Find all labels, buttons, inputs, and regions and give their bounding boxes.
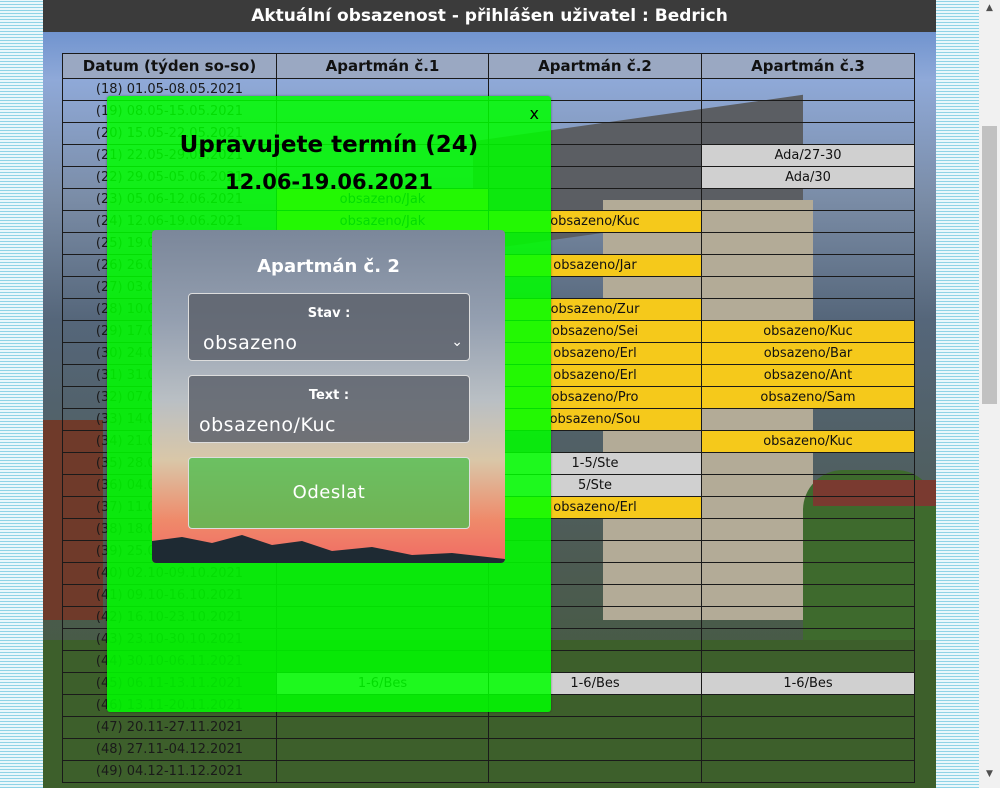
apartment-2-cell[interactable] bbox=[488, 738, 702, 761]
table-row: (49) 04.12-11.12.2021 bbox=[62, 760, 915, 783]
scrollbar-thumb[interactable] bbox=[982, 126, 997, 404]
apartment-3-cell[interactable] bbox=[701, 760, 915, 783]
apartment-2-cell[interactable] bbox=[488, 760, 702, 783]
apartment-3-cell[interactable] bbox=[701, 188, 915, 211]
apartment-3-cell[interactable] bbox=[701, 298, 915, 321]
apartment-3-cell[interactable] bbox=[701, 122, 915, 145]
apartment-3-cell[interactable]: Ada/27-30 bbox=[701, 144, 915, 167]
status-select[interactable]: Stav : obsazeno ⌄ bbox=[188, 293, 470, 361]
row-date: (47) 20.11-27.11.2021 bbox=[62, 716, 277, 739]
dialog-dates: 12.06-19.06.2021 bbox=[225, 170, 433, 194]
status-label: Stav : bbox=[307, 306, 351, 321]
apartment-2-cell[interactable] bbox=[488, 716, 702, 739]
row-date: (49) 04.12-11.12.2021 bbox=[62, 760, 277, 783]
apartment-3-cell[interactable] bbox=[701, 540, 915, 563]
vertical-scrollbar[interactable]: ▲ ▼ bbox=[979, 0, 1000, 788]
text-value: obsazeno/Kuc bbox=[199, 414, 336, 436]
apartment-3-cell[interactable] bbox=[701, 276, 915, 299]
apartment-3-cell[interactable]: 1-6/Bes bbox=[701, 672, 915, 695]
scroll-up-arrow-icon[interactable]: ▲ bbox=[979, 0, 1000, 16]
chevron-down-icon: ⌄ bbox=[451, 334, 463, 350]
column-header-apartment-2: Apartmán č.2 bbox=[488, 53, 702, 79]
apartment-3-cell[interactable] bbox=[701, 408, 915, 431]
table-row: (48) 27.11-04.12.2021 bbox=[62, 738, 915, 761]
submit-button[interactable]: Odeslat bbox=[188, 457, 470, 529]
table-row: (47) 20.11-27.11.2021 bbox=[62, 716, 915, 739]
dialog-title: Upravujete termín (24) bbox=[179, 132, 479, 158]
apartment-1-cell[interactable] bbox=[276, 716, 489, 739]
apartment-3-cell[interactable] bbox=[701, 496, 915, 519]
apartment-3-cell[interactable]: obsazeno/Bar bbox=[701, 342, 915, 365]
apartment-3-cell[interactable] bbox=[701, 452, 915, 475]
table-header-row: Datum (týden so-so) Apartmán č.1 Apartmá… bbox=[62, 53, 915, 79]
page-header: Aktuální obsazenost - přihlášen uživatel… bbox=[43, 0, 936, 32]
apartment-3-cell[interactable]: obsazeno/Ant bbox=[701, 364, 915, 387]
edit-dialog: x Upravujete termín (24) 12.06-19.06.202… bbox=[107, 96, 551, 712]
apartment-3-cell[interactable]: obsazeno/Sam bbox=[701, 386, 915, 409]
edit-form-panel: Apartmán č. 2 Stav : obsazeno ⌄ Text : o… bbox=[152, 230, 505, 563]
text-input[interactable]: Text : obsazeno/Kuc bbox=[188, 375, 470, 443]
apartment-3-cell[interactable] bbox=[701, 474, 915, 497]
text-label: Text : bbox=[308, 388, 350, 403]
apartment-3-cell[interactable] bbox=[701, 100, 915, 123]
page-background: Aktuální obsazenost - přihlášen uživatel… bbox=[43, 0, 936, 788]
apartment-3-cell[interactable] bbox=[701, 518, 915, 541]
status-value: obsazeno bbox=[203, 332, 298, 354]
apartment-3-cell[interactable] bbox=[701, 584, 915, 607]
apartment-1-cell[interactable] bbox=[276, 760, 489, 783]
apartment-3-cell[interactable] bbox=[701, 628, 915, 651]
apartment-3-cell[interactable] bbox=[701, 694, 915, 717]
apartment-3-cell[interactable] bbox=[701, 78, 915, 101]
apartment-3-cell[interactable]: obsazeno/Kuc bbox=[701, 430, 915, 453]
apartment-title: Apartmán č. 2 bbox=[257, 256, 400, 277]
row-date: (48) 27.11-04.12.2021 bbox=[62, 738, 277, 761]
apartment-3-cell[interactable]: Ada/30 bbox=[701, 166, 915, 189]
apartment-3-cell[interactable]: obsazeno/Kuc bbox=[701, 320, 915, 343]
column-header-apartment-3: Apartmán č.3 bbox=[701, 53, 915, 79]
apartment-3-cell[interactable] bbox=[701, 562, 915, 585]
apartment-3-cell[interactable] bbox=[701, 210, 915, 233]
scroll-down-arrow-icon[interactable]: ▼ bbox=[979, 766, 1000, 782]
apartment-1-cell[interactable] bbox=[276, 738, 489, 761]
column-header-date: Datum (týden so-so) bbox=[62, 53, 277, 79]
column-header-apartment-1: Apartmán č.1 bbox=[276, 53, 489, 79]
sunset-hills-decoration bbox=[152, 535, 505, 563]
apartment-3-cell[interactable] bbox=[701, 650, 915, 673]
apartment-3-cell[interactable] bbox=[701, 606, 915, 629]
apartment-3-cell[interactable] bbox=[701, 738, 915, 761]
apartment-3-cell[interactable] bbox=[701, 254, 915, 277]
apartment-3-cell[interactable] bbox=[701, 232, 915, 255]
close-button[interactable]: x bbox=[530, 104, 539, 123]
apartment-3-cell[interactable] bbox=[701, 716, 915, 739]
